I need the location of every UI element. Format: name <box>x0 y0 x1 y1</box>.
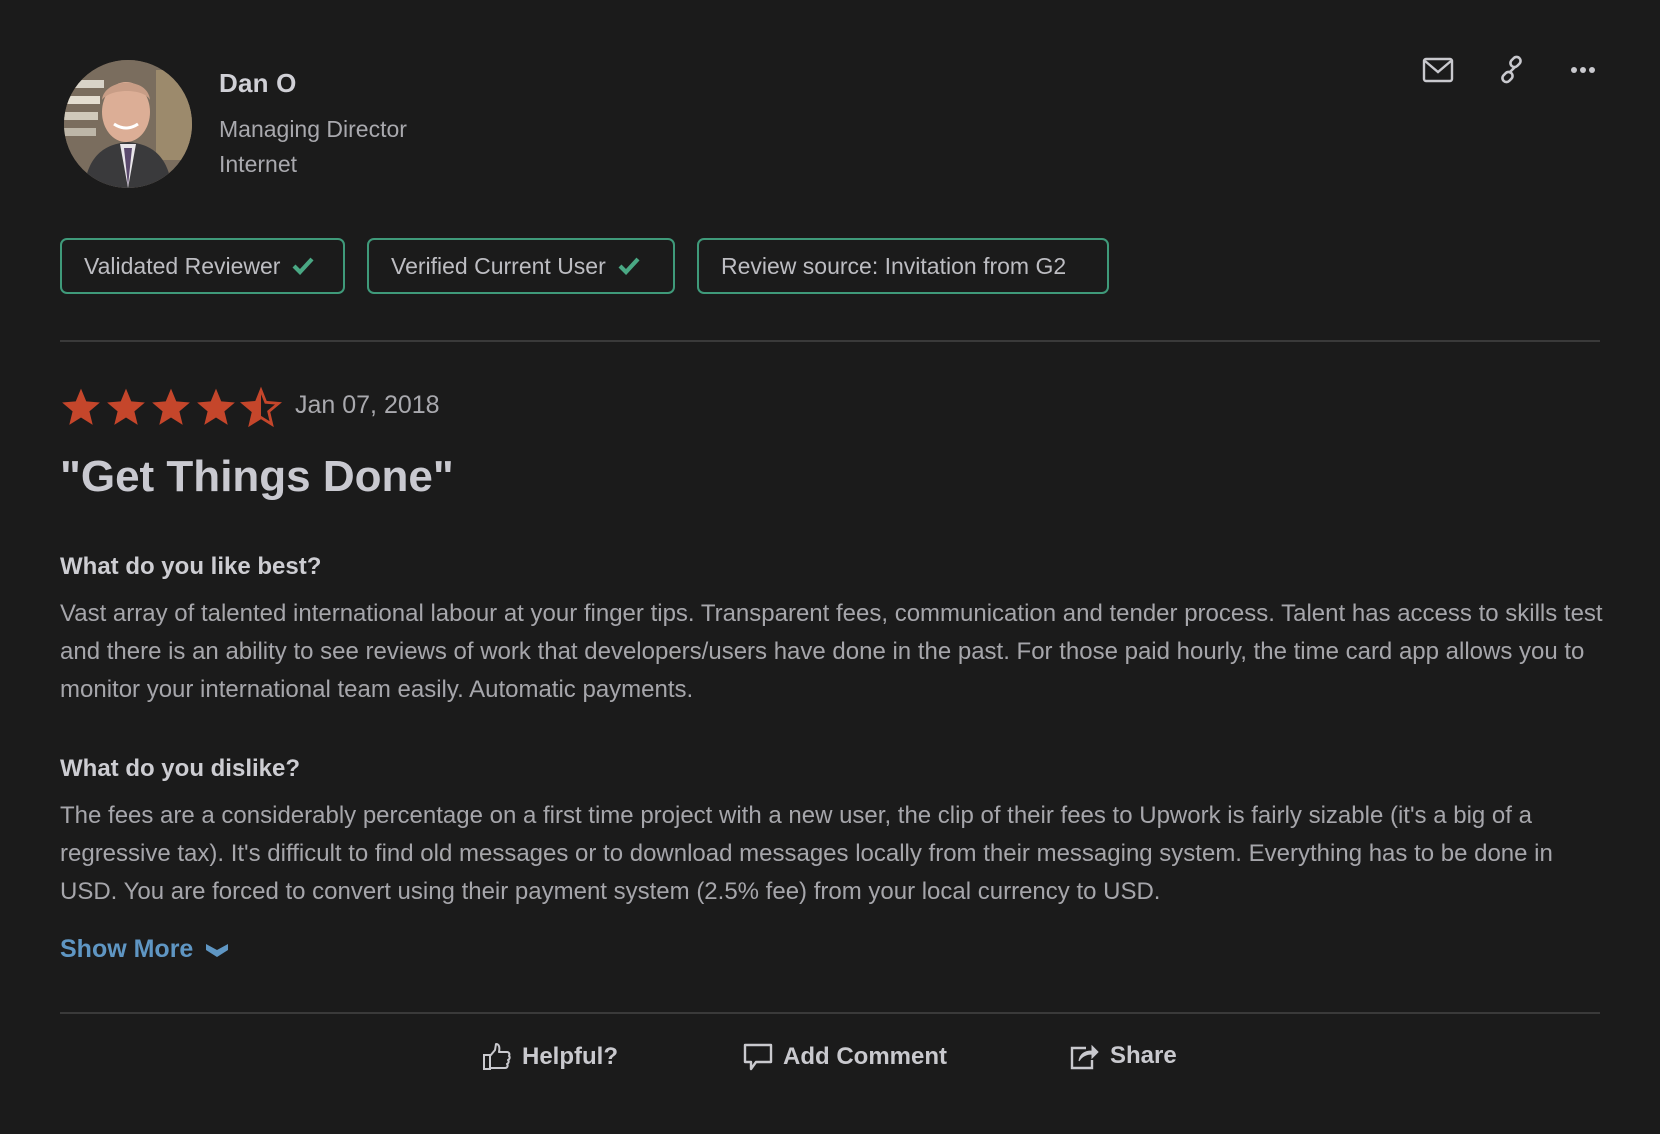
star-icon-half <box>240 386 282 428</box>
footer-divider <box>60 1012 1600 1014</box>
badge-validated-reviewer: Validated Reviewer <box>60 238 345 294</box>
thumbs-up-icon <box>483 1043 511 1070</box>
reviewer-title: Managing Director <box>219 116 407 142</box>
badge-label: Review source: Invitation from G2 <box>721 252 1067 279</box>
reviewer-company: Internet <box>219 151 297 177</box>
reviewer-avatar[interactable] <box>64 60 192 188</box>
star-icon-full <box>60 386 102 428</box>
question-likes: What do you like best? <box>60 553 322 580</box>
mail-icon <box>1422 57 1454 83</box>
link-icon <box>1501 55 1522 84</box>
review-date: Jan 07, 2018 <box>295 391 440 419</box>
badge-review-source: Review source: Invitation from G2 <box>697 238 1109 294</box>
header-divider <box>60 340 1600 342</box>
star-icon-full <box>105 386 147 428</box>
show-more-label: Show More <box>60 935 194 963</box>
more-icon <box>1571 67 1595 73</box>
share-button[interactable]: Share <box>1070 1042 1177 1070</box>
more-options-button[interactable] <box>1563 52 1603 88</box>
star-rating <box>60 386 282 428</box>
chevron-down-icon <box>206 943 229 957</box>
star-icon-full <box>195 386 237 428</box>
question-dislikes: What do you dislike? <box>60 755 301 782</box>
helpful-label: Helpful? <box>522 1043 618 1070</box>
comment-icon <box>743 1043 773 1071</box>
share-icon <box>1070 1044 1099 1070</box>
reviewer-name[interactable]: Dan O <box>219 68 297 99</box>
badge-label: Verified Current User <box>391 252 606 279</box>
copy-link-button[interactable] <box>1492 52 1532 88</box>
check-icon <box>618 257 640 275</box>
answer-likes: Vast array of talented international lab… <box>60 600 1603 703</box>
answer-dislikes: The fees are a considerably percentage o… <box>60 802 1553 905</box>
avatar-photo <box>64 60 192 188</box>
add-comment-button[interactable]: Add Comment <box>743 1042 947 1072</box>
show-more-link[interactable]: Show More <box>60 935 229 964</box>
badge-label: Validated Reviewer <box>84 252 281 279</box>
add-comment-label: Add Comment <box>783 1043 947 1070</box>
check-icon <box>292 257 315 275</box>
email-button[interactable] <box>1418 52 1458 88</box>
share-label: Share <box>1110 1042 1177 1069</box>
badge-verified-current-user: Verified Current User <box>367 238 675 294</box>
helpful-button[interactable]: Helpful? <box>482 1042 618 1072</box>
star-icon-full <box>150 386 192 428</box>
review-title: "Get Things Done" <box>60 452 454 501</box>
